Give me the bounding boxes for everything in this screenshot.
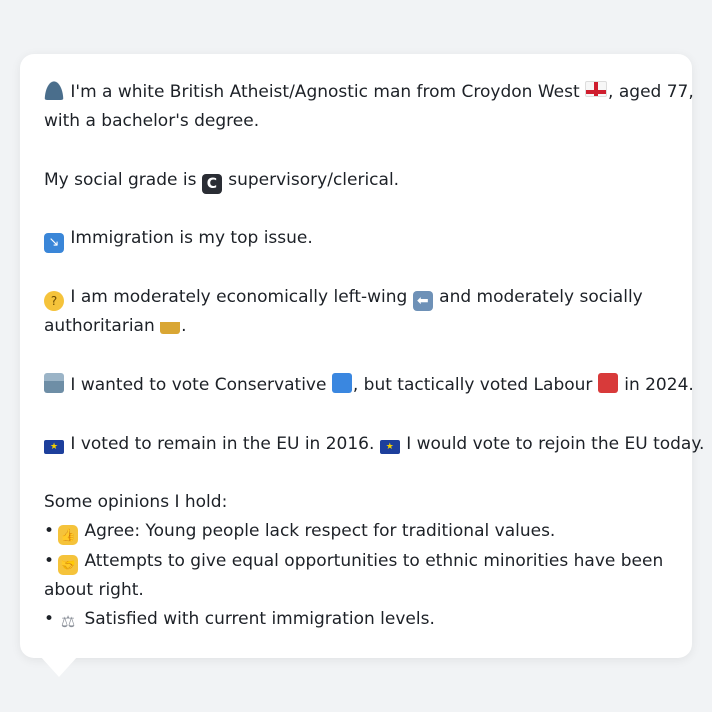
identity-paragraph: I'm a white British Atheist/Agnostic man… [44,78,694,137]
persona-message-card: I'm a white British Atheist/Agnostic man… [20,54,704,658]
opinion-text-continued: about right. [44,580,144,601]
period-text: . [181,316,187,337]
bullet: • [44,521,55,542]
thumbs-up-icon: 👍 [58,525,79,546]
left-arrow-icon: ⬅ [412,291,433,312]
top-issue-paragraph: ↘ Immigration is my top issue. [44,224,668,254]
vote-2024-paragraph: I wanted to vote Conservative , but tact… [44,371,694,400]
eu-flag-icon: ★ [44,439,64,454]
opinions-heading: Some opinions I hold: [44,492,228,513]
eu-today-text: I would vote to rejoin the EU today. [406,433,705,454]
lock-icon [160,314,181,335]
social-position-text: and moderately socially [439,287,643,308]
list-item: • ⚖ Satisfied with current immigration le… [44,605,668,634]
opinion-text: Satisfied with current immigration level… [84,609,435,630]
ballot-box-icon [44,372,64,393]
exit-arrow-icon: ↘ [44,233,64,254]
balance-scale-icon: ⚖ [60,612,76,632]
ideology-paragraph: ? I am moderately economically left-wing… [44,283,668,342]
list-item: • 👍 Agree: Young people lack respect for … [44,517,668,546]
wanted-vote-text: I wanted to vote Conservative [70,374,327,395]
opinion-text: Agree: Young people lack respect for tra… [84,521,556,542]
letter-c-icon: C [201,173,222,194]
red-square-icon [597,372,618,393]
eu-2016-text: I voted to remain in the EU in 2016. [70,433,375,454]
bullet: • [44,609,55,630]
age-text: , aged 77, [608,82,694,102]
vote-year-text: in 2024. [624,374,694,395]
blue-square-icon [331,372,352,393]
economic-position-text: I am moderately economically left-wing [70,287,408,308]
opinions-paragraph: Some opinions I hold: • 👍 Agree: Young pe… [44,488,668,634]
identity-text: I'm a white British Atheist/Agnostic man… [70,82,580,102]
england-flag-icon [585,81,608,97]
opinion-text: Attempts to give equal opportunities to … [84,550,664,571]
eu-paragraph: ★ I voted to remain in the EU in 2016. ★… [44,430,704,459]
list-item: • 🤝 Attempts to give equal opportunities … [44,547,668,576]
eu-flag-icon: ★ [379,439,400,454]
thinking-face-icon: ? [44,291,64,312]
education-text: with a bachelor's degree. [44,111,260,132]
social-grade-paragraph: My social grade is C supervisory/clerica… [44,166,668,195]
person-silhouette-icon [44,80,64,100]
bullet: • [44,550,55,571]
top-issue-text: Immigration is my top issue. [70,228,313,249]
social-grade-label: My social grade is [44,169,197,190]
handshake-icon: 🤝 [58,554,79,575]
social-grade-value: supervisory/clerical. [228,169,400,190]
speech-bubble-tail [40,656,78,677]
authoritarian-text: authoritarian [44,316,155,337]
tactical-vote-text: , but tactically voted Labour [352,374,593,395]
